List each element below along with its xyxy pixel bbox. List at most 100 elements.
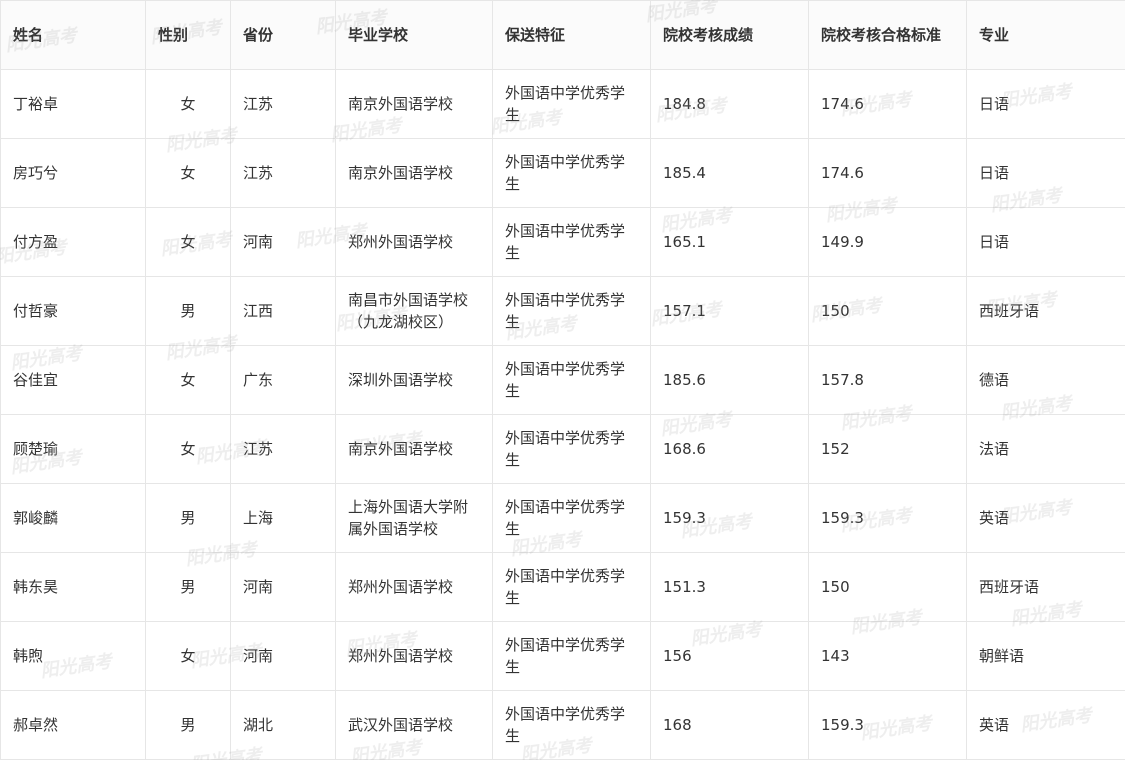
cell-gender: 女: [145, 69, 231, 139]
cell-name: 顾楚瑜: [0, 414, 146, 484]
cell-standard: 159.3: [808, 690, 967, 760]
cell-gender: 女: [145, 345, 231, 415]
cell-school: 南京外国语学校: [335, 138, 493, 208]
cell-name: 丁裕卓: [0, 69, 146, 139]
header-name: 姓名: [0, 0, 146, 70]
header-major: 专业: [966, 0, 1125, 70]
cell-feature: 外国语中学优秀学生: [492, 621, 651, 691]
table-row: 付方盈女河南 郑州外国语学校 外国语中学优秀学生 165.1 149.9 日语: [0, 207, 1125, 277]
cell-name: 韩东昊: [0, 552, 146, 622]
cell-gender: 男: [145, 690, 231, 760]
cell-standard: 159.3: [808, 483, 967, 553]
cell-major: 日语: [966, 138, 1125, 208]
cell-major: 西班牙语: [966, 276, 1125, 346]
cell-province: 上海: [230, 483, 336, 553]
table-row: 谷佳宜女广东 深圳外国语学校 外国语中学优秀学生 185.6 157.8 德语: [0, 345, 1125, 415]
cell-score: 157.1: [650, 276, 809, 346]
cell-score: 184.8: [650, 69, 809, 139]
header-score: 院校考核成绩: [650, 0, 809, 70]
cell-major: 朝鲜语: [966, 621, 1125, 691]
cell-feature: 外国语中学优秀学生: [492, 483, 651, 553]
cell-major: 西班牙语: [966, 552, 1125, 622]
cell-feature: 外国语中学优秀学生: [492, 414, 651, 484]
cell-province: 江苏: [230, 414, 336, 484]
cell-gender: 女: [145, 138, 231, 208]
cell-standard: 157.8: [808, 345, 967, 415]
table-row: 韩煦女河南 郑州外国语学校 外国语中学优秀学生 156 143 朝鲜语: [0, 621, 1125, 691]
cell-score: 165.1: [650, 207, 809, 277]
table-header-row: 姓名 性别 省份 毕业学校 保送特征 院校考核成绩 院校考核合格标准 专业: [0, 0, 1125, 70]
cell-feature: 外国语中学优秀学生: [492, 69, 651, 139]
cell-name: 房巧兮: [0, 138, 146, 208]
cell-school: 南京外国语学校: [335, 69, 493, 139]
cell-standard: 150: [808, 276, 967, 346]
cell-province: 河南: [230, 621, 336, 691]
cell-major: 法语: [966, 414, 1125, 484]
cell-name: 付哲豪: [0, 276, 146, 346]
table-row: 韩东昊男河南 郑州外国语学校 外国语中学优秀学生 151.3 150 西班牙语: [0, 552, 1125, 622]
cell-gender: 女: [145, 207, 231, 277]
cell-score: 151.3: [650, 552, 809, 622]
table-row: 丁裕卓女江苏 南京外国语学校 外国语中学优秀学生 184.8 174.6 日语: [0, 69, 1125, 139]
cell-score: 185.6: [650, 345, 809, 415]
cell-name: 谷佳宜: [0, 345, 146, 415]
cell-standard: 174.6: [808, 69, 967, 139]
cell-feature: 外国语中学优秀学生: [492, 276, 651, 346]
cell-school: 上海外国语大学附属外国语学校: [335, 483, 493, 553]
cell-province: 河南: [230, 552, 336, 622]
cell-standard: 152: [808, 414, 967, 484]
cell-gender: 男: [145, 276, 231, 346]
cell-gender: 男: [145, 483, 231, 553]
cell-feature: 外国语中学优秀学生: [492, 207, 651, 277]
cell-score: 168.6: [650, 414, 809, 484]
cell-score: 159.3: [650, 483, 809, 553]
cell-school: 武汉外国语学校: [335, 690, 493, 760]
cell-gender: 女: [145, 414, 231, 484]
table-row: 顾楚瑜女江苏 南京外国语学校 外国语中学优秀学生 168.6 152 法语: [0, 414, 1125, 484]
cell-standard: 174.6: [808, 138, 967, 208]
cell-major: 日语: [966, 69, 1125, 139]
header-school: 毕业学校: [335, 0, 493, 70]
cell-school: 郑州外国语学校: [335, 621, 493, 691]
cell-name: 郝卓然: [0, 690, 146, 760]
cell-gender: 女: [145, 621, 231, 691]
admission-table: 姓名 性别 省份 毕业学校 保送特征 院校考核成绩 院校考核合格标准 专业 丁裕…: [0, 0, 1125, 760]
table-row: 郝卓然男湖北 武汉外国语学校 外国语中学优秀学生 168 159.3 英语: [0, 690, 1125, 760]
cell-score: 168: [650, 690, 809, 760]
header-feature: 保送特征: [492, 0, 651, 70]
cell-major: 英语: [966, 483, 1125, 553]
cell-province: 广东: [230, 345, 336, 415]
table-row: 房巧兮女江苏 南京外国语学校 外国语中学优秀学生 185.4 174.6 日语: [0, 138, 1125, 208]
header-standard: 院校考核合格标准: [808, 0, 967, 70]
cell-province: 江西: [230, 276, 336, 346]
cell-feature: 外国语中学优秀学生: [492, 690, 651, 760]
cell-major: 日语: [966, 207, 1125, 277]
cell-name: 付方盈: [0, 207, 146, 277]
cell-score: 156: [650, 621, 809, 691]
table-row: 付哲豪男江西 南昌市外国语学校（九龙湖校区） 外国语中学优秀学生 157.1 150 西班…: [0, 276, 1125, 346]
cell-school: 郑州外国语学校: [335, 552, 493, 622]
table-row: 郭峻麟男上海 上海外国语大学附属外国语学校 外国语中学优秀学生 159.3 159.3 英…: [0, 483, 1125, 553]
cell-major: 德语: [966, 345, 1125, 415]
cell-major: 英语: [966, 690, 1125, 760]
cell-name: 郭峻麟: [0, 483, 146, 553]
cell-feature: 外国语中学优秀学生: [492, 138, 651, 208]
cell-gender: 男: [145, 552, 231, 622]
cell-feature: 外国语中学优秀学生: [492, 345, 651, 415]
cell-school: 南昌市外国语学校（九龙湖校区）: [335, 276, 493, 346]
cell-standard: 149.9: [808, 207, 967, 277]
cell-province: 江苏: [230, 138, 336, 208]
cell-standard: 150: [808, 552, 967, 622]
cell-school: 南京外国语学校: [335, 414, 493, 484]
cell-school: 郑州外国语学校: [335, 207, 493, 277]
cell-school: 深圳外国语学校: [335, 345, 493, 415]
cell-province: 湖北: [230, 690, 336, 760]
cell-province: 江苏: [230, 69, 336, 139]
cell-standard: 143: [808, 621, 967, 691]
cell-score: 185.4: [650, 138, 809, 208]
cell-feature: 外国语中学优秀学生: [492, 552, 651, 622]
cell-name: 韩煦: [0, 621, 146, 691]
header-gender: 性别: [145, 0, 231, 70]
cell-province: 河南: [230, 207, 336, 277]
header-province: 省份: [230, 0, 336, 70]
